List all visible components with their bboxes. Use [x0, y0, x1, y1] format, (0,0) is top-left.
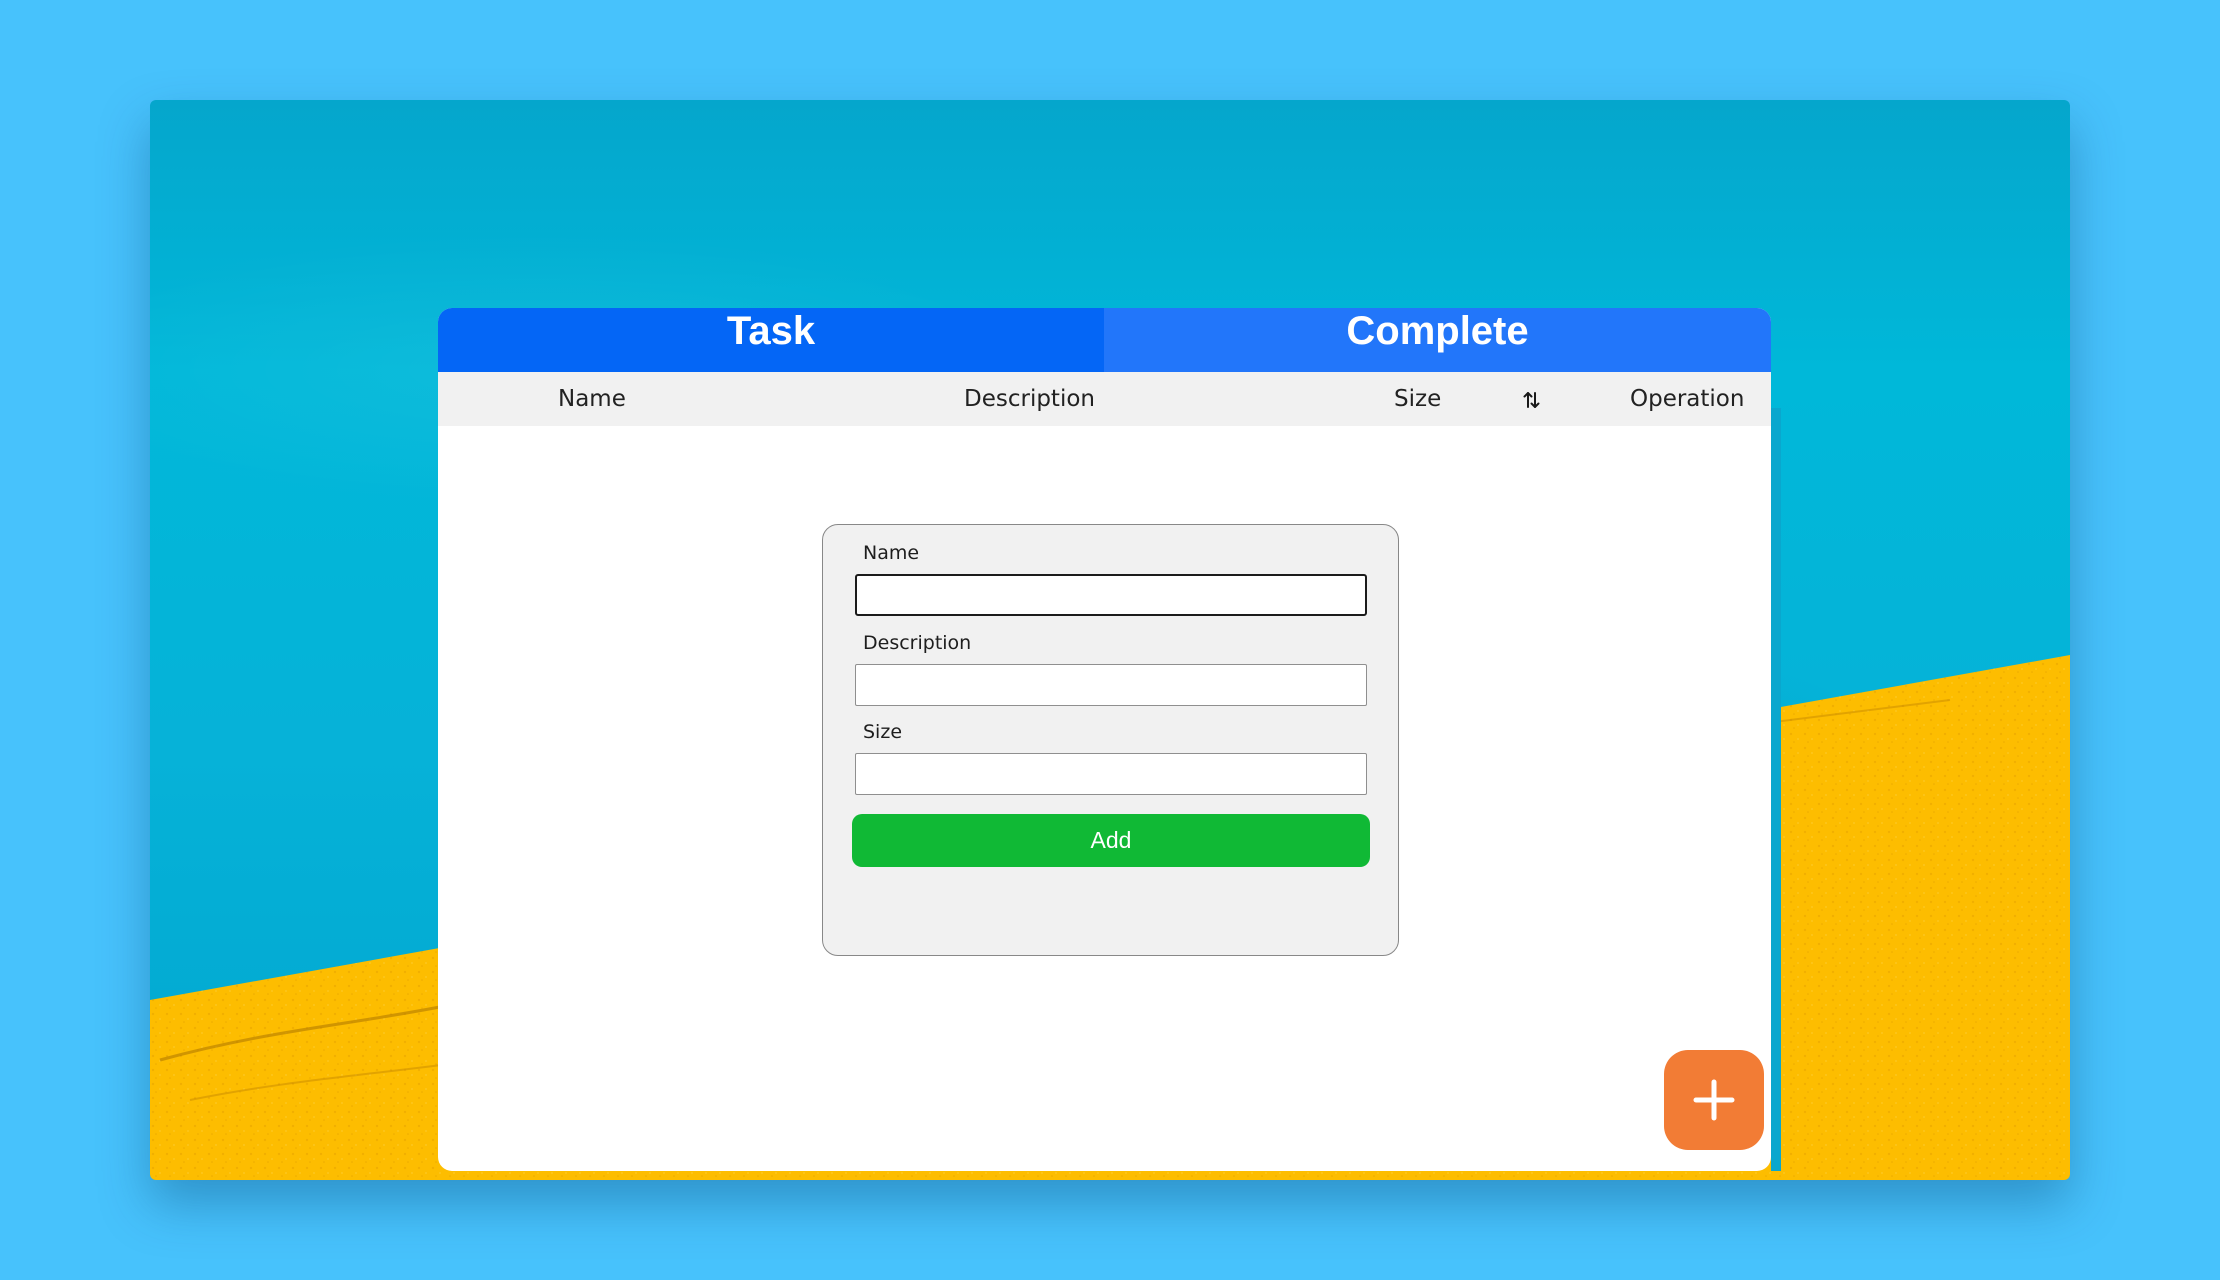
description-input[interactable]: [855, 664, 1367, 706]
tab-bar: Task Complete: [438, 308, 1771, 372]
add-task-form: Name Description Size Add: [822, 524, 1399, 956]
add-button[interactable]: Add: [852, 814, 1370, 867]
tab-complete[interactable]: Complete: [1104, 308, 1771, 372]
plus-icon: [1693, 1079, 1735, 1121]
size-input[interactable]: [855, 753, 1367, 795]
size-label: Size: [863, 721, 903, 743]
column-size: Size: [1394, 386, 1442, 412]
add-task-fab[interactable]: [1664, 1050, 1764, 1150]
tab-task[interactable]: Task: [438, 308, 1104, 372]
column-name: Name: [558, 386, 626, 412]
sort-arrows-icon[interactable]: [1521, 372, 1543, 426]
column-description: Description: [964, 386, 1095, 412]
table-header: Name Description Size Operation: [438, 372, 1771, 426]
app-edge-shadow: [1771, 408, 1781, 1171]
name-label: Name: [863, 542, 920, 564]
description-label: Description: [863, 632, 972, 654]
column-operation: Operation: [1630, 386, 1745, 412]
task-app: Task Complete Name Description Size Oper…: [438, 308, 1771, 1171]
name-input[interactable]: [855, 574, 1367, 616]
